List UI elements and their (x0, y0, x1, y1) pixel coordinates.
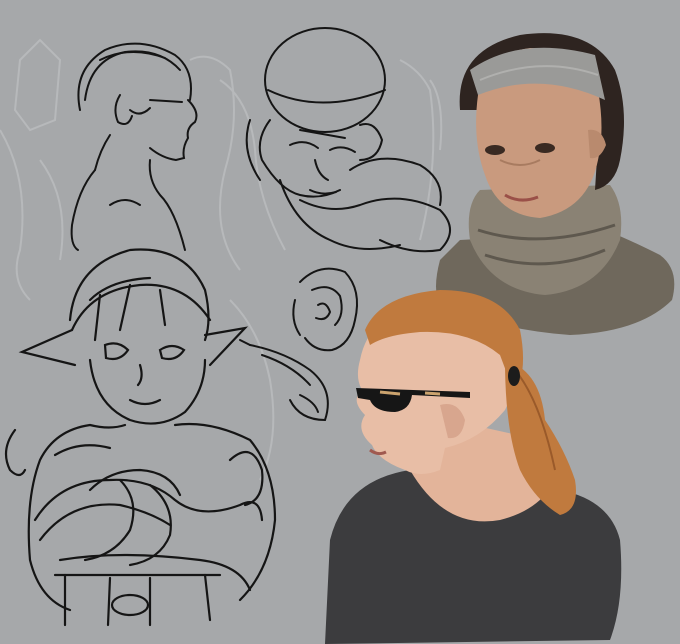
profile-sketch (70, 42, 198, 251)
headband-woman-portrait (436, 33, 675, 335)
ear-study-sketch (292, 267, 358, 352)
glasses-woman-portrait (325, 290, 622, 644)
sketch-study-canvas (0, 0, 680, 644)
sketch-artwork (0, 27, 675, 644)
elf-ear-sketch (239, 339, 329, 422)
head-construction-sketch (245, 27, 451, 253)
